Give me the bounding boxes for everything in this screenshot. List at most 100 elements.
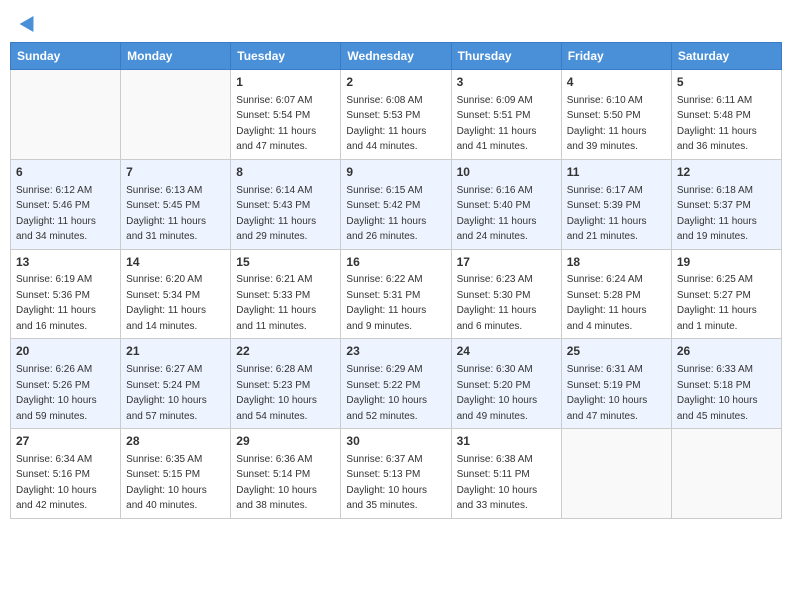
calendar-cell: 10 Sunrise: 6:16 AM Sunset: 5:40 PM Dayli… bbox=[451, 159, 561, 249]
day-number: 15 bbox=[236, 254, 335, 271]
day-info: Sunrise: 6:16 AM Sunset: 5:40 PM Dayligh… bbox=[457, 185, 537, 243]
day-info: Sunrise: 6:26 AM Sunset: 5:26 PM Dayligh… bbox=[16, 364, 97, 422]
calendar-table: SundayMondayTuesdayWednesdayThursdayFrid… bbox=[10, 42, 782, 519]
logo-triangle-icon bbox=[20, 12, 41, 32]
day-info: Sunrise: 6:24 AM Sunset: 5:28 PM Dayligh… bbox=[567, 274, 647, 332]
day-info: Sunrise: 6:22 AM Sunset: 5:31 PM Dayligh… bbox=[346, 274, 426, 332]
day-info: Sunrise: 6:31 AM Sunset: 5:19 PM Dayligh… bbox=[567, 364, 648, 422]
day-info: Sunrise: 6:30 AM Sunset: 5:20 PM Dayligh… bbox=[457, 364, 538, 422]
calendar-cell: 20 Sunrise: 6:26 AM Sunset: 5:26 PM Dayli… bbox=[11, 339, 121, 429]
day-info: Sunrise: 6:20 AM Sunset: 5:34 PM Dayligh… bbox=[126, 274, 206, 332]
day-info: Sunrise: 6:13 AM Sunset: 5:45 PM Dayligh… bbox=[126, 185, 206, 243]
day-info: Sunrise: 6:15 AM Sunset: 5:42 PM Dayligh… bbox=[346, 185, 426, 243]
day-number: 19 bbox=[677, 254, 776, 271]
calendar-cell: 5 Sunrise: 6:11 AM Sunset: 5:48 PM Daylig… bbox=[671, 70, 781, 160]
calendar-cell: 14 Sunrise: 6:20 AM Sunset: 5:34 PM Dayli… bbox=[121, 249, 231, 339]
day-info: Sunrise: 6:29 AM Sunset: 5:22 PM Dayligh… bbox=[346, 364, 427, 422]
day-number: 4 bbox=[567, 74, 666, 91]
day-info: Sunrise: 6:21 AM Sunset: 5:33 PM Dayligh… bbox=[236, 274, 316, 332]
calendar-cell bbox=[121, 70, 231, 160]
calendar-cell: 31 Sunrise: 6:38 AM Sunset: 5:11 PM Dayli… bbox=[451, 429, 561, 519]
day-header-sunday: Sunday bbox=[11, 43, 121, 70]
calendar-cell: 25 Sunrise: 6:31 AM Sunset: 5:19 PM Dayli… bbox=[561, 339, 671, 429]
day-number: 5 bbox=[677, 74, 776, 91]
day-number: 17 bbox=[457, 254, 556, 271]
calendar-cell: 12Sunrise: 6:18 AM Sunset: 5:37 PM Dayli… bbox=[671, 159, 781, 249]
day-number: 21 bbox=[126, 343, 225, 360]
day-info: Sunrise: 6:07 AM Sunset: 5:54 PM Dayligh… bbox=[236, 95, 316, 153]
day-number: 18 bbox=[567, 254, 666, 271]
day-number: 30 bbox=[346, 433, 445, 450]
day-number: 16 bbox=[346, 254, 445, 271]
day-number: 10 bbox=[457, 164, 556, 181]
logo bbox=[20, 15, 38, 29]
calendar-cell: 1 Sunrise: 6:07 AM Sunset: 5:54 PM Daylig… bbox=[231, 70, 341, 160]
day-info: Sunrise: 6:37 AM Sunset: 5:13 PM Dayligh… bbox=[346, 454, 427, 512]
calendar-cell: 23 Sunrise: 6:29 AM Sunset: 5:22 PM Dayli… bbox=[341, 339, 451, 429]
page-header bbox=[10, 10, 782, 34]
day-number: 11 bbox=[567, 164, 666, 181]
day-info: Sunrise: 6:33 AM Sunset: 5:18 PM Dayligh… bbox=[677, 364, 758, 422]
day-info: Sunrise: 6:34 AM Sunset: 5:16 PM Dayligh… bbox=[16, 454, 97, 512]
day-number: 31 bbox=[457, 433, 556, 450]
day-number: 26 bbox=[677, 343, 776, 360]
day-info: Sunrise: 6:10 AM Sunset: 5:50 PM Dayligh… bbox=[567, 95, 647, 153]
day-info: Sunrise: 6:11 AM Sunset: 5:48 PM Dayligh… bbox=[677, 95, 757, 153]
day-number: 9 bbox=[346, 164, 445, 181]
calendar-cell: 13Sunrise: 6:19 AM Sunset: 5:36 PM Dayli… bbox=[11, 249, 121, 339]
calendar-cell: 24 Sunrise: 6:30 AM Sunset: 5:20 PM Dayli… bbox=[451, 339, 561, 429]
calendar-cell: 11Sunrise: 6:17 AM Sunset: 5:39 PM Dayli… bbox=[561, 159, 671, 249]
day-header-tuesday: Tuesday bbox=[231, 43, 341, 70]
day-header-monday: Monday bbox=[121, 43, 231, 70]
day-header-saturday: Saturday bbox=[671, 43, 781, 70]
calendar-week-4: 20 Sunrise: 6:26 AM Sunset: 5:26 PM Dayli… bbox=[11, 339, 782, 429]
day-number: 20 bbox=[16, 343, 115, 360]
day-number: 7 bbox=[126, 164, 225, 181]
calendar-cell: 28 Sunrise: 6:35 AM Sunset: 5:15 PM Dayli… bbox=[121, 429, 231, 519]
day-number: 12 bbox=[677, 164, 776, 181]
calendar-cell: 15 Sunrise: 6:21 AM Sunset: 5:33 PM Dayli… bbox=[231, 249, 341, 339]
day-number: 13 bbox=[16, 254, 115, 271]
day-number: 14 bbox=[126, 254, 225, 271]
day-number: 6 bbox=[16, 164, 115, 181]
calendar-cell: 7 Sunrise: 6:13 AM Sunset: 5:45 PM Daylig… bbox=[121, 159, 231, 249]
day-number: 29 bbox=[236, 433, 335, 450]
calendar-week-1: 1 Sunrise: 6:07 AM Sunset: 5:54 PM Daylig… bbox=[11, 70, 782, 160]
day-number: 1 bbox=[236, 74, 335, 91]
calendar-cell bbox=[11, 70, 121, 160]
day-number: 23 bbox=[346, 343, 445, 360]
calendar-week-3: 13Sunrise: 6:19 AM Sunset: 5:36 PM Dayli… bbox=[11, 249, 782, 339]
calendar-week-2: 6Sunrise: 6:12 AM Sunset: 5:46 PM Daylig… bbox=[11, 159, 782, 249]
calendar-cell: 21 Sunrise: 6:27 AM Sunset: 5:24 PM Dayli… bbox=[121, 339, 231, 429]
calendar-cell: 6Sunrise: 6:12 AM Sunset: 5:46 PM Daylig… bbox=[11, 159, 121, 249]
calendar-cell: 19Sunrise: 6:25 AM Sunset: 5:27 PM Dayli… bbox=[671, 249, 781, 339]
calendar-header-row: SundayMondayTuesdayWednesdayThursdayFrid… bbox=[11, 43, 782, 70]
day-number: 2 bbox=[346, 74, 445, 91]
calendar-week-5: 27 Sunrise: 6:34 AM Sunset: 5:16 PM Dayli… bbox=[11, 429, 782, 519]
day-number: 22 bbox=[236, 343, 335, 360]
calendar-cell: 16 Sunrise: 6:22 AM Sunset: 5:31 PM Dayli… bbox=[341, 249, 451, 339]
day-info: Sunrise: 6:27 AM Sunset: 5:24 PM Dayligh… bbox=[126, 364, 207, 422]
calendar-cell: 26 Sunrise: 6:33 AM Sunset: 5:18 PM Dayli… bbox=[671, 339, 781, 429]
calendar-cell: 9 Sunrise: 6:15 AM Sunset: 5:42 PM Daylig… bbox=[341, 159, 451, 249]
day-number: 24 bbox=[457, 343, 556, 360]
calendar-cell: 8Sunrise: 6:14 AM Sunset: 5:43 PM Daylig… bbox=[231, 159, 341, 249]
calendar-cell: 18 Sunrise: 6:24 AM Sunset: 5:28 PM Dayli… bbox=[561, 249, 671, 339]
calendar-cell: 2Sunrise: 6:08 AM Sunset: 5:53 PM Daylig… bbox=[341, 70, 451, 160]
day-header-wednesday: Wednesday bbox=[341, 43, 451, 70]
day-number: 28 bbox=[126, 433, 225, 450]
day-header-friday: Friday bbox=[561, 43, 671, 70]
day-info: Sunrise: 6:35 AM Sunset: 5:15 PM Dayligh… bbox=[126, 454, 207, 512]
day-info: Sunrise: 6:14 AM Sunset: 5:43 PM Dayligh… bbox=[236, 185, 316, 243]
calendar-cell: 3Sunrise: 6:09 AM Sunset: 5:51 PM Daylig… bbox=[451, 70, 561, 160]
day-info: Sunrise: 6:23 AM Sunset: 5:30 PM Dayligh… bbox=[457, 274, 537, 332]
day-number: 25 bbox=[567, 343, 666, 360]
day-info: Sunrise: 6:38 AM Sunset: 5:11 PM Dayligh… bbox=[457, 454, 538, 512]
calendar-cell: 22Sunrise: 6:28 AM Sunset: 5:23 PM Dayli… bbox=[231, 339, 341, 429]
day-number: 27 bbox=[16, 433, 115, 450]
calendar-cell: 30 Sunrise: 6:37 AM Sunset: 5:13 PM Dayli… bbox=[341, 429, 451, 519]
calendar-cell bbox=[671, 429, 781, 519]
calendar-cell: 17 Sunrise: 6:23 AM Sunset: 5:30 PM Dayli… bbox=[451, 249, 561, 339]
day-info: Sunrise: 6:36 AM Sunset: 5:14 PM Dayligh… bbox=[236, 454, 317, 512]
calendar-cell bbox=[561, 429, 671, 519]
